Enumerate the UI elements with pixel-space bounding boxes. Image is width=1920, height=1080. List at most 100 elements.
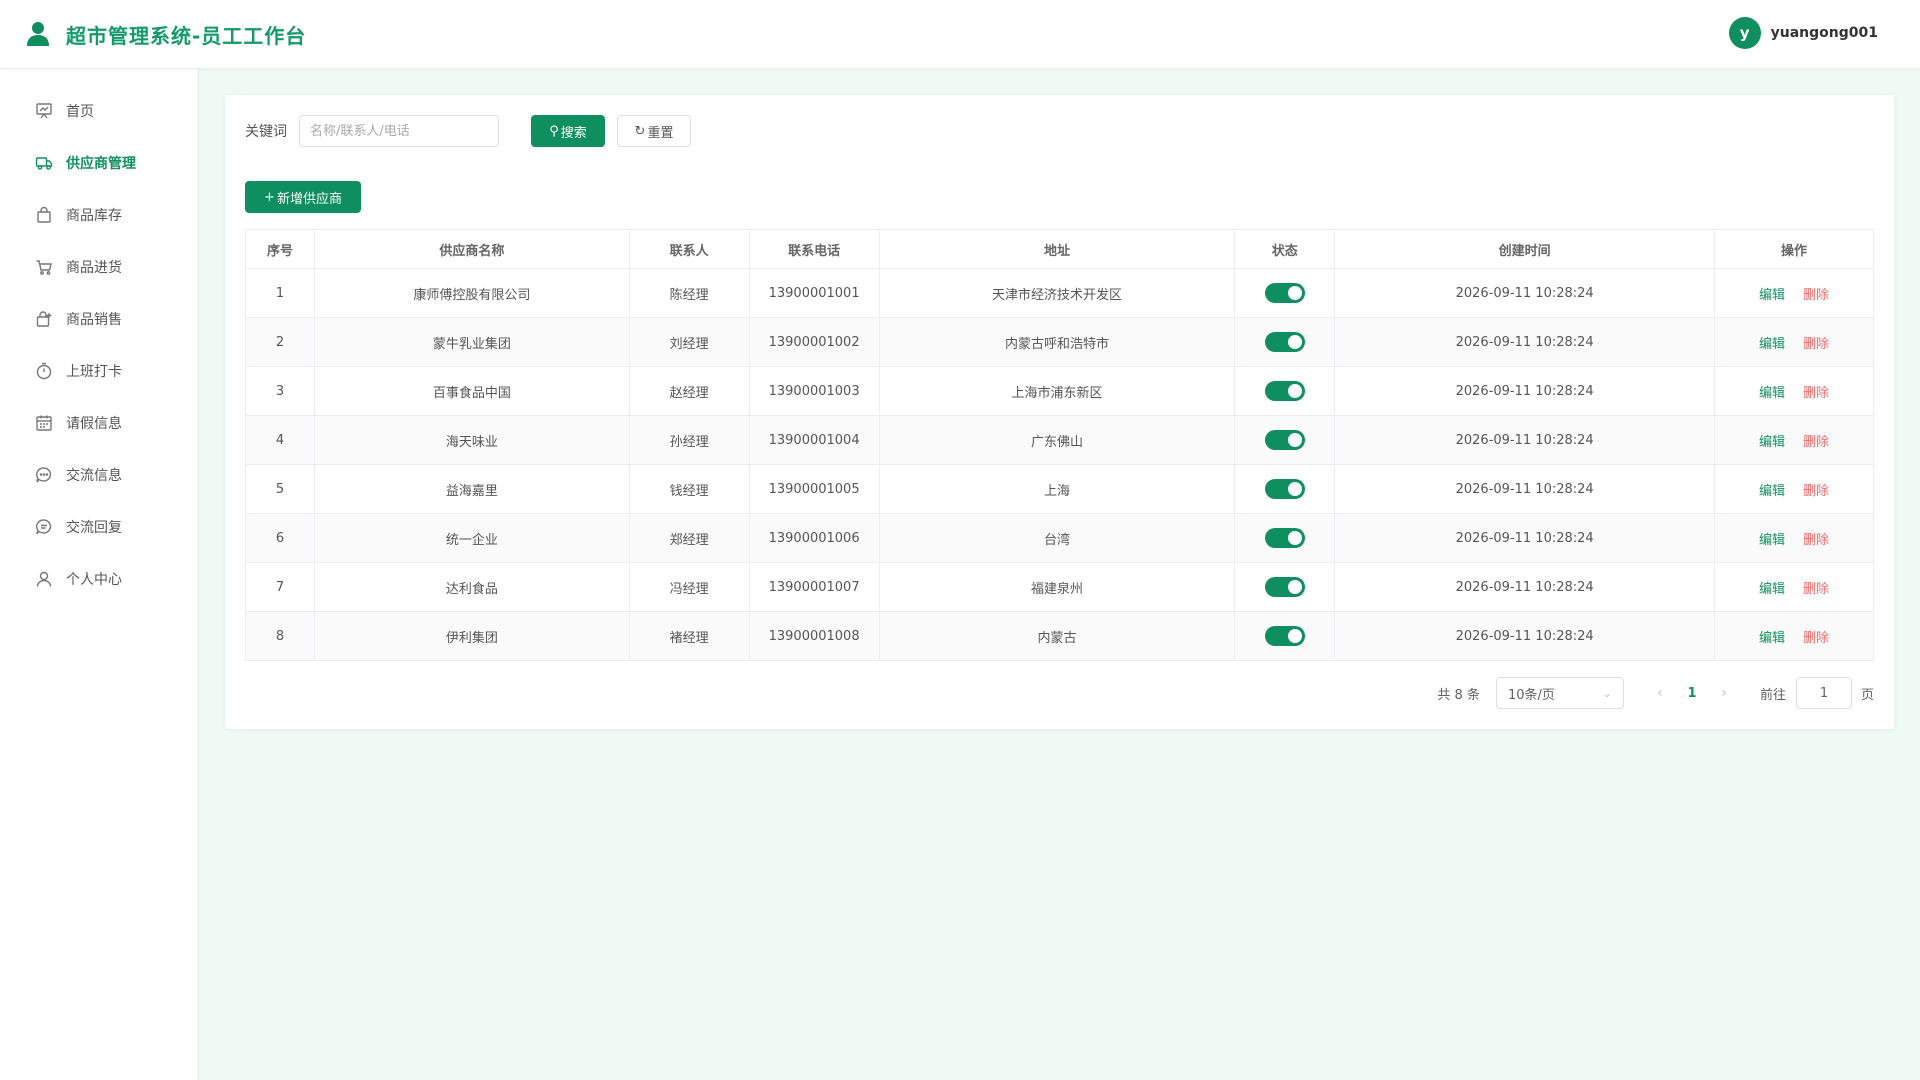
- cell-phone: 13900001002: [748, 317, 880, 367]
- status-toggle[interactable]: [1264, 283, 1305, 303]
- reset-button-label: 重置: [647, 125, 674, 141]
- cell-phone: 13900001006: [748, 513, 880, 563]
- prev-page-icon[interactable]: ‹: [1648, 685, 1672, 701]
- sidebar-item-label: 商品进货: [66, 260, 122, 276]
- cell-status: [1234, 415, 1336, 465]
- delete-button[interactable]: 删除: [1803, 288, 1829, 303]
- sidebar-item-home[interactable]: 首页: [0, 85, 198, 137]
- status-toggle[interactable]: [1264, 626, 1305, 646]
- cell-index: 6: [245, 513, 315, 563]
- status-toggle[interactable]: [1264, 577, 1305, 597]
- status-toggle[interactable]: [1264, 479, 1305, 499]
- cell-created-time: 2026-09-11 10:28:24: [1334, 513, 1716, 563]
- edit-button[interactable]: 编辑: [1759, 533, 1785, 548]
- sidebar-item-profile[interactable]: 个人中心: [0, 553, 198, 605]
- cell-created-time: 2026-09-11 10:28:24: [1334, 268, 1716, 318]
- delete-button[interactable]: 删除: [1803, 533, 1829, 548]
- sidebar-item-messages[interactable]: 交流信息: [0, 449, 198, 501]
- cell-contact: 陈经理: [628, 268, 750, 318]
- page-size-select[interactable]: 10条/页 ⌄: [1495, 677, 1624, 709]
- cell-created-time: 2026-09-11 10:28:24: [1334, 366, 1716, 416]
- user-menu[interactable]: y yuangong001: [1728, 17, 1878, 49]
- status-toggle[interactable]: [1264, 332, 1305, 352]
- page-number-current[interactable]: 1: [1672, 686, 1712, 701]
- cell-supplier-name: 伊利集团: [313, 611, 630, 661]
- cell-status: [1234, 611, 1336, 661]
- edit-button[interactable]: 编辑: [1759, 386, 1785, 401]
- avatar[interactable]: y: [1728, 17, 1761, 49]
- edit-button[interactable]: 编辑: [1759, 631, 1785, 646]
- goto-page-input[interactable]: [1795, 677, 1852, 709]
- cell-actions: 编辑 删除: [1714, 513, 1874, 563]
- cell-index: 3: [245, 366, 315, 416]
- cell-actions: 编辑 删除: [1714, 464, 1874, 514]
- top-header: 超市管理系统-员工工作台 y yuangong001: [0, 0, 1920, 69]
- cell-actions: 编辑 删除: [1714, 611, 1874, 661]
- username[interactable]: yuangong001: [1771, 25, 1878, 41]
- cell-status: [1234, 464, 1336, 514]
- edit-button[interactable]: 编辑: [1759, 484, 1785, 499]
- reset-button[interactable]: ↻ 重置: [617, 115, 691, 147]
- plus-icon: +: [264, 189, 275, 205]
- cell-status: [1234, 317, 1336, 367]
- sidebar-item-clockin[interactable]: 上班打卡: [0, 345, 198, 397]
- delete-button[interactable]: 删除: [1803, 435, 1829, 450]
- stopwatch-icon: [36, 362, 52, 380]
- edit-button[interactable]: 编辑: [1759, 435, 1785, 450]
- sidebar-item-label: 个人中心: [66, 572, 122, 588]
- chat-dots-icon: [36, 467, 52, 483]
- cell-supplier-name: 百事食品中国: [313, 366, 630, 416]
- search-button-label: 搜索: [560, 125, 587, 141]
- sidebar-item-replies[interactable]: 交流回复: [0, 501, 198, 553]
- cell-supplier-name: 达利食品: [313, 562, 630, 612]
- cell-phone: 13900001004: [748, 415, 880, 465]
- delete-button[interactable]: 删除: [1803, 386, 1829, 401]
- sidebar-item-leave[interactable]: 请假信息: [0, 397, 198, 449]
- edit-button[interactable]: 编辑: [1759, 337, 1785, 352]
- page-unit-label: 页: [1860, 687, 1874, 703]
- next-page-icon[interactable]: ›: [1712, 685, 1736, 701]
- cell-phone: 13900001005: [748, 464, 880, 514]
- delete-button[interactable]: 删除: [1803, 484, 1829, 499]
- pagination: 共 8 条 10条/页 ⌄ ‹ 1 › 前往 页: [1437, 677, 1874, 709]
- delete-button[interactable]: 删除: [1803, 631, 1829, 646]
- edit-button[interactable]: 编辑: [1759, 582, 1785, 597]
- cell-created-time: 2026-09-11 10:28:24: [1334, 611, 1716, 661]
- calendar-icon: [36, 415, 52, 431]
- cell-created-time: 2026-09-11 10:28:24: [1334, 415, 1716, 465]
- sidebar-item-label: 首页: [66, 104, 94, 120]
- sidebar-item-supplier[interactable]: 供应商管理: [0, 137, 198, 189]
- sidebar-item-purchase[interactable]: 商品进货: [0, 241, 198, 293]
- dashboard-icon: [36, 103, 52, 119]
- chat-lines-icon: [36, 519, 52, 535]
- sidebar-item-inventory[interactable]: 商品库存: [0, 189, 198, 241]
- search-button[interactable]: ⚲ 搜索: [531, 115, 605, 147]
- shopping-bag-icon: [37, 206, 51, 223]
- sidebar-item-sales[interactable]: 商品销售: [0, 293, 198, 345]
- cell-index: 7: [245, 562, 315, 612]
- add-supplier-button[interactable]: + 新增供应商: [245, 181, 361, 213]
- cell-supplier-name: 益海嘉里: [313, 464, 630, 514]
- sidebar-item-label: 供应商管理: [66, 156, 136, 172]
- cell-index: 2: [245, 317, 315, 367]
- keyword-label: 关键词: [245, 124, 287, 140]
- cell-actions: 编辑 删除: [1714, 415, 1874, 465]
- edit-button[interactable]: 编辑: [1759, 288, 1785, 303]
- table-row: 5 益海嘉里 钱经理 13900001005 上海 2026-09-11 10:28:24…: [245, 464, 1874, 514]
- status-toggle[interactable]: [1264, 430, 1305, 450]
- cell-created-time: 2026-09-11 10:28:24: [1334, 562, 1716, 612]
- delete-button[interactable]: 删除: [1803, 337, 1829, 352]
- keyword-input[interactable]: [299, 115, 499, 147]
- cell-supplier-name: 海天味业: [313, 415, 630, 465]
- cell-address: 广东佛山: [878, 415, 1236, 465]
- table-row: 3 百事食品中国 赵经理 13900001003 上海市浦东新区 2026-09-11 1…: [245, 366, 1874, 416]
- column-header: 状态: [1234, 229, 1336, 269]
- chevron-down-icon: ⌄: [1602, 686, 1612, 700]
- sell-icon: [36, 311, 52, 327]
- status-toggle[interactable]: [1264, 528, 1305, 548]
- delete-button[interactable]: 删除: [1803, 582, 1829, 597]
- status-toggle[interactable]: [1264, 381, 1305, 401]
- cell-index: 5: [245, 464, 315, 514]
- cell-created-time: 2026-09-11 10:28:24: [1334, 464, 1716, 514]
- cell-status: [1234, 562, 1336, 612]
